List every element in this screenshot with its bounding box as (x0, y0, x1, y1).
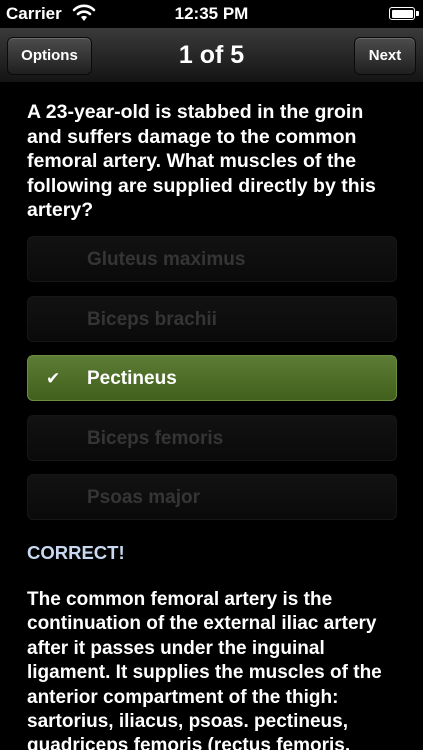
answer-label: Biceps brachii (87, 308, 217, 330)
checkmark-icon: ✔ (46, 369, 61, 388)
answer-option-biceps-brachii[interactable]: Biceps brachii (27, 295, 397, 342)
answer-label: Gluteus maximus (87, 249, 246, 270)
navigation-bar: Options 1 of 5 Next (0, 28, 423, 83)
status-time: 12:35 PM (174, 4, 249, 23)
answer-label: Biceps femoris (87, 427, 224, 449)
result-label: CORRECT! (27, 542, 125, 563)
answer-label: Pectineus (87, 368, 177, 389)
answer-option-gluteus-maximus[interactable]: Gluteus maximus (27, 236, 397, 282)
answer-option-biceps-femoris[interactable]: Biceps femoris (27, 414, 397, 461)
battery-icon (389, 7, 419, 20)
answer-list: Gluteus maximus Biceps brachii ✔ Pectine… (27, 236, 397, 534)
next-button[interactable]: Next (354, 37, 416, 75)
question-text: A 23-year-old is stabbed in the groin an… (27, 101, 376, 221)
answer-option-psoas-major[interactable]: Psoas major (27, 474, 397, 520)
options-button[interactable]: Options (7, 37, 92, 75)
question-counter: 1 of 5 (178, 41, 245, 69)
status-bar: Carrier 12:35 PM (0, 0, 423, 28)
answer-option-pectineus[interactable]: ✔ Pectineus (27, 355, 397, 401)
explanation-text: The common femoral artery is the continu… (27, 589, 382, 750)
answer-label: Psoas major (87, 487, 200, 508)
